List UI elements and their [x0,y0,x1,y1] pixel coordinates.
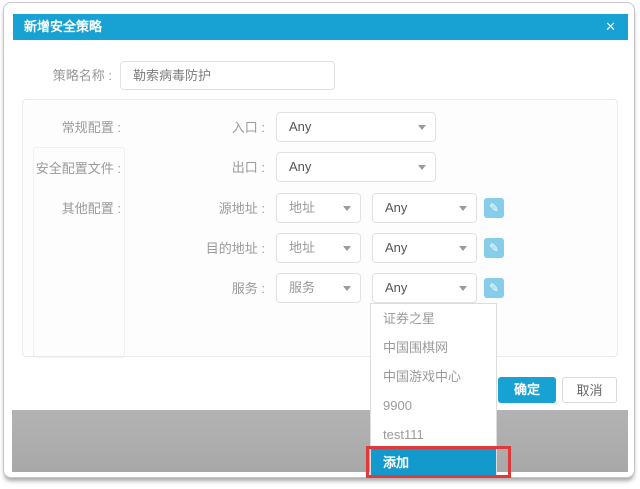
close-icon[interactable]: ✕ [605,14,616,40]
source-address-type-select[interactable]: 地址 [276,193,361,223]
section-other-label: 其他配置 : [61,201,121,216]
chevron-down-icon [343,206,351,211]
chevron-down-icon [418,125,426,130]
section-general-label: 常规配置 : [61,120,121,135]
policy-name-label: 策略名称 : [52,68,112,83]
dropdown-option[interactable]: 中国游戏中心 [371,362,496,391]
dropdown-option[interactable]: 证券之星 [371,304,496,333]
service-label: 服务 : [231,281,265,296]
section-security-profile-label: 安全配置文件 : [35,161,121,176]
service-type-select[interactable]: 服务 [276,273,361,303]
policy-name-input[interactable]: 勒索病毒防护 [120,61,335,90]
chevron-down-icon [343,286,351,291]
cancel-button[interactable]: 取消 [562,377,617,403]
edit-icon[interactable]: ✎ [484,278,504,298]
service-select[interactable]: Any [372,273,477,303]
edit-icon[interactable]: ✎ [484,238,504,258]
inlet-select[interactable]: Any [276,112,436,142]
outlet-select[interactable]: Any [276,152,436,182]
section-group-box [33,147,125,358]
destination-address-label: 目的地址 : [205,241,265,256]
destination-address-select[interactable]: Any [372,233,477,263]
dropdown-option[interactable]: 中国围棋网 [371,333,496,362]
dialog-titlebar: 新增安全策略 ✕ [13,14,628,40]
dropdown-option-add[interactable]: 添加 [371,449,496,477]
ok-button[interactable]: 确定 [498,377,556,403]
chevron-down-icon [418,165,426,170]
chevron-down-icon [343,246,351,251]
outlet-label: 出口 : [231,160,265,175]
inlet-label: 入口 : [231,120,265,135]
dialog-title: 新增安全策略 [24,19,103,34]
source-address-label: 源地址 : [218,201,265,216]
source-address-select[interactable]: Any [372,193,477,223]
dimmed-background-strip [12,410,628,472]
edit-icon[interactable]: ✎ [484,198,504,218]
new-security-policy-dialog: 新增安全策略 ✕ 策略名称 : 勒索病毒防护 常规配置 : 安全配置文件 : 其… [0,0,640,489]
destination-address-type-select[interactable]: 地址 [276,233,361,263]
chevron-down-icon [459,246,467,251]
chevron-down-icon [459,286,467,291]
dropdown-option[interactable]: test111 [371,420,496,449]
service-dropdown-list: 证券之星 中国围棋网 中国游戏中心 9900 test111 添加 [370,303,497,478]
dropdown-option[interactable]: 9900 [371,391,496,420]
chevron-down-icon [459,206,467,211]
